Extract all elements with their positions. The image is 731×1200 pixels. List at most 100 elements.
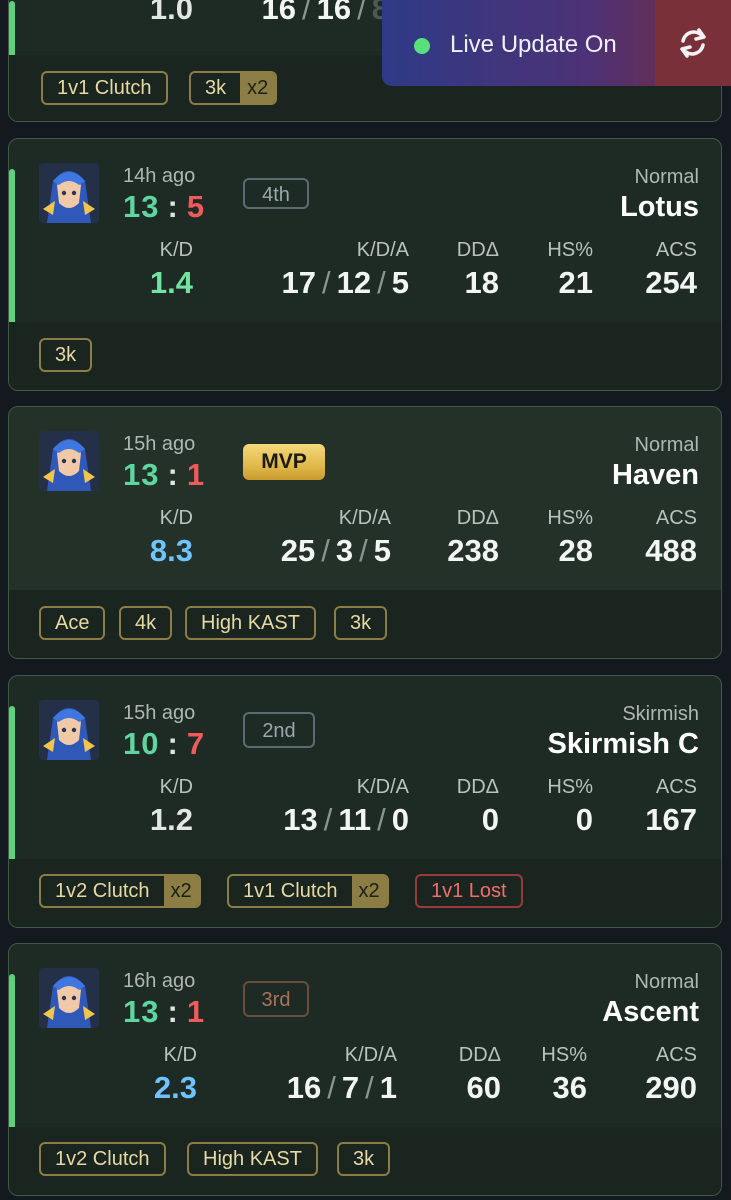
hs-label: HS%: [547, 507, 593, 529]
match-time-ago: 15h ago: [123, 433, 196, 455]
kills-value: 17: [281, 265, 317, 300]
acs-label: ACS: [655, 239, 697, 261]
kda-label: K/D/A: [338, 507, 391, 529]
match-score: 13:1: [123, 457, 206, 492]
acs-label: ACS: [655, 776, 697, 798]
hs-label: HS%: [541, 1044, 587, 1066]
mvp-badge: MVP: [243, 444, 325, 480]
agent-avatar-icon: [39, 163, 99, 223]
dd-label: DDΔ: [458, 1044, 501, 1066]
deaths-value: 16: [316, 0, 352, 26]
tag-badge: 4k: [119, 606, 173, 640]
hs-value: 21: [558, 265, 593, 300]
tag-badge: High KAST: [185, 606, 316, 640]
match-card[interactable]: 16h ago 13:1 3rd Normal Ascent K/D K/D/A…: [8, 943, 722, 1196]
kd-value: 1.0: [149, 0, 193, 26]
kda-value: 17/12/5: [281, 265, 409, 300]
agent-avatar-icon: [39, 431, 99, 491]
acs-label: ACS: [655, 507, 697, 529]
assists-value: 1: [379, 1070, 397, 1105]
live-status-dot: [414, 38, 430, 54]
kd-label: K/D: [159, 507, 193, 529]
tag-badge: 3k: [337, 1142, 391, 1176]
acs-value: 290: [645, 1070, 697, 1105]
kills-value: 16: [286, 1070, 322, 1105]
acs-value: 167: [645, 802, 697, 837]
deaths-value: 3: [335, 533, 354, 568]
dd-label: DDΔ: [456, 239, 499, 261]
game-mode: Skirmish: [622, 703, 699, 725]
match-score: 13:5: [123, 189, 206, 224]
game-mode: Normal: [634, 434, 699, 456]
hs-value: 0: [575, 802, 593, 837]
game-mode: Normal: [634, 971, 699, 993]
hs-label: HS%: [547, 776, 593, 798]
game-mode: Normal: [634, 166, 699, 188]
map-name: Haven: [611, 459, 699, 491]
kd-label: K/D: [163, 1044, 197, 1066]
match-score: 10:7: [123, 726, 206, 761]
match-card[interactable]: 15h ago 10:7 2nd Skirmish Skirmish C K/D…: [8, 675, 722, 928]
kd-value: 2.3: [153, 1070, 197, 1105]
tag-badge: 3k: [39, 338, 93, 372]
assists-value: 5: [391, 265, 409, 300]
kd-label: K/D: [159, 239, 193, 261]
tag-badge: 3k: [334, 606, 388, 640]
match-time-ago: 14h ago: [123, 165, 196, 187]
dd-label: DDΔ: [456, 776, 499, 798]
acs-value: 488: [645, 533, 697, 568]
assists-value: 0: [391, 802, 409, 837]
map-name: Skirmish C: [547, 728, 700, 760]
tag-badge: 1v1 Clutch: [41, 71, 168, 105]
match-accent-bar: [9, 1, 15, 61]
live-update-label: Live Update On: [450, 31, 617, 58]
hs-label: HS%: [547, 239, 593, 261]
placement-badge: 4th: [243, 178, 309, 209]
match-time-ago: 15h ago: [123, 702, 196, 724]
kills-value: 25: [280, 533, 316, 568]
kda-value: 16/7/1: [286, 1070, 397, 1105]
kda-value: 25/3/5: [280, 533, 391, 568]
tag-badge-lost: 1v1 Lost: [415, 874, 523, 908]
match-card[interactable]: 14h ago 13:5 4th Normal Lotus K/D K/D/A …: [8, 138, 722, 391]
tag-badge: 1v2 Clutch x2: [39, 874, 201, 908]
placement-badge: 2nd: [243, 712, 315, 748]
hs-value: 36: [552, 1070, 587, 1105]
dd-value: 60: [466, 1070, 501, 1105]
tag-badge: 1v2 Clutch: [39, 1142, 166, 1176]
dd-label: DDΔ: [456, 507, 499, 529]
assists-value: 5: [373, 533, 391, 568]
dd-value: 238: [447, 533, 499, 568]
hs-value: 28: [558, 533, 593, 568]
tag-badge: 3k x2: [189, 71, 278, 105]
acs-label: ACS: [655, 1044, 697, 1066]
kd-value: 1.4: [149, 265, 193, 300]
kda-label: K/D/A: [344, 1044, 397, 1066]
placement-badge: 3rd: [243, 981, 309, 1017]
deaths-value: 12: [336, 265, 372, 300]
kda-label: K/D/A: [356, 776, 409, 798]
deaths-value: 7: [341, 1070, 360, 1105]
match-card[interactable]: 15h ago 13:1 MVP Normal Haven K/D K/D/A …: [8, 406, 722, 659]
map-name: Ascent: [602, 996, 699, 1028]
kills-value: 13: [283, 802, 318, 837]
kd-value: 8.3: [149, 533, 193, 568]
live-update-banner: Live Update On: [382, 0, 731, 86]
agent-avatar-icon: [39, 700, 99, 760]
match-time-ago: 16h ago: [123, 970, 196, 992]
deaths-value: 11: [338, 802, 372, 837]
kda-value: 16/16/8: [262, 0, 389, 27]
refresh-icon: [680, 28, 706, 58]
tag-badge: High KAST: [187, 1142, 318, 1176]
kills-value: 16: [261, 0, 297, 26]
tag-badge: Ace: [39, 606, 106, 640]
kd-value: 1.2: [149, 802, 193, 837]
match-score: 13:1: [123, 994, 206, 1029]
agent-avatar-icon: [39, 968, 99, 1028]
kda-label: K/D/A: [356, 239, 409, 261]
refresh-button[interactable]: [655, 0, 731, 86]
tag-badge: 1v1 Clutch x2: [227, 874, 389, 908]
kda-value: 13/11/0: [283, 802, 409, 837]
kd-label: K/D: [159, 776, 193, 798]
map-name: Lotus: [620, 191, 699, 223]
